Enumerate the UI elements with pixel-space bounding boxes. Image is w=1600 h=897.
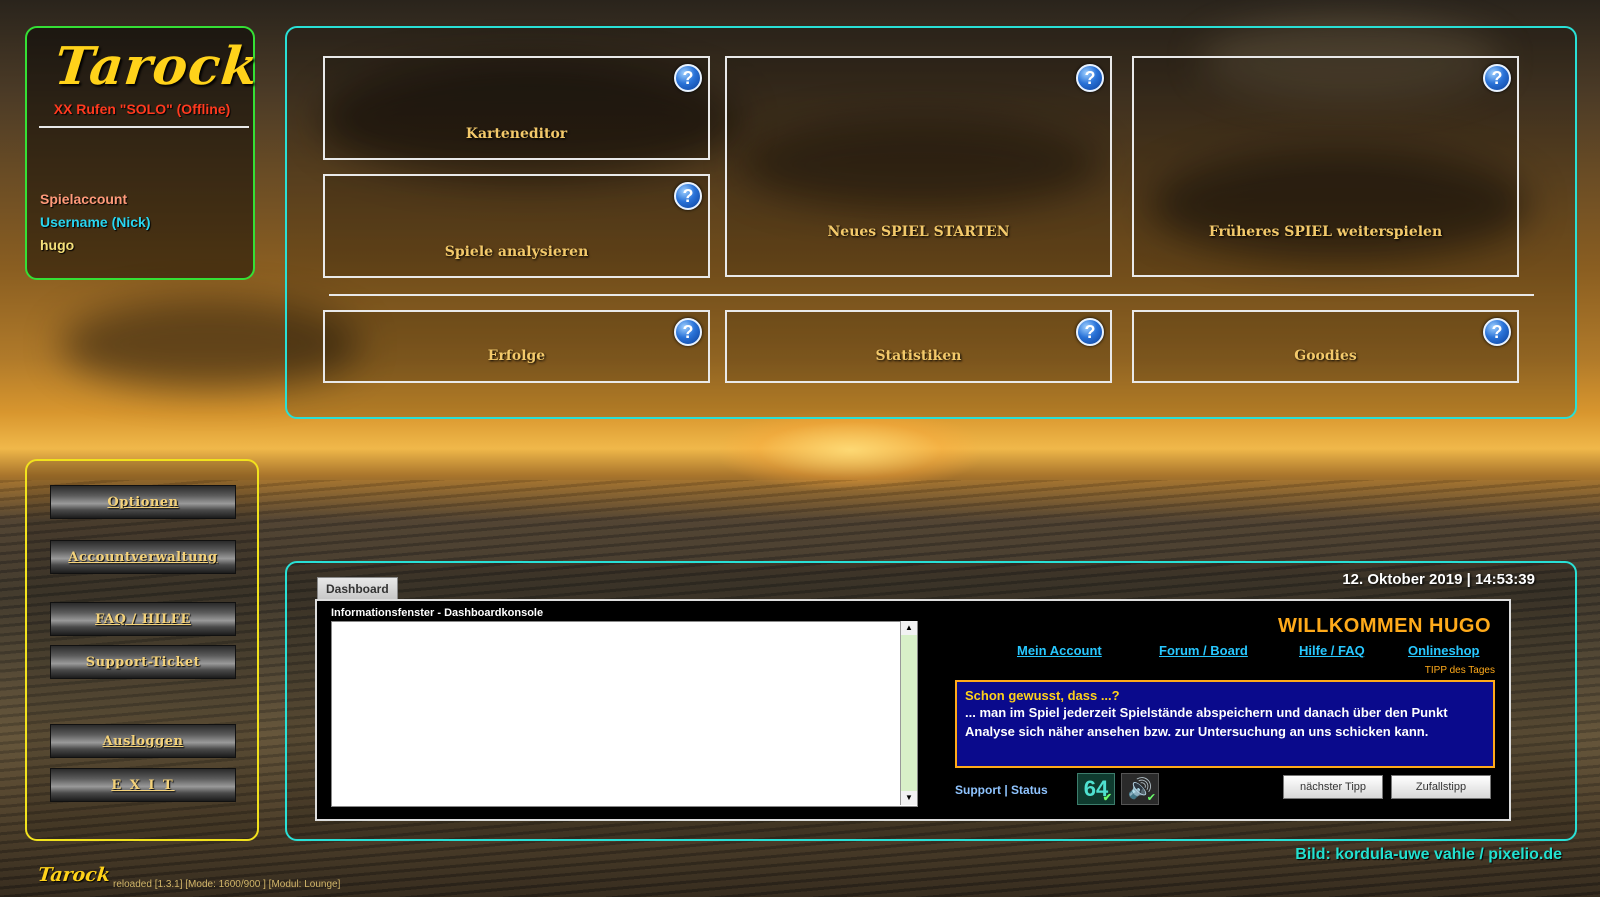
tile-label: Neues SPIEL STARTEN [827, 224, 1010, 240]
tip-box: Schon gewusst, dass ...? ... man im Spie… [955, 680, 1495, 768]
help-icon[interactable]: ? [1483, 318, 1511, 346]
welcome-heading: WILLKOMMEN HUGO [1277, 615, 1491, 637]
support-ticket-button[interactable]: Support-Ticket [50, 645, 236, 679]
tile-goodies[interactable]: ? Goodies [1132, 310, 1519, 383]
tile-label: Karteneditor [465, 126, 568, 142]
tile-continue-game[interactable]: ? Früheres SPIEL weiterspielen [1132, 56, 1519, 277]
next-tip-button[interactable]: nächster Tipp [1283, 775, 1383, 799]
tile-karteneditor[interactable]: ? Karteneditor [323, 56, 710, 160]
tile-new-game[interactable]: ? Neues SPIEL STARTEN [725, 56, 1112, 277]
tile-achievements[interactable]: ? Erfolge [323, 310, 710, 383]
sound-icon[interactable]: 🔊 ✔ [1121, 773, 1159, 805]
help-icon[interactable]: ? [674, 182, 702, 210]
tip-question: Schon gewusst, dass ...? [965, 688, 1120, 703]
divider [39, 126, 249, 128]
link-my-account[interactable]: Mein Account [1017, 643, 1102, 658]
scroll-up-icon[interactable]: ▲ [901, 621, 917, 635]
help-icon[interactable]: ? [1076, 64, 1104, 92]
account-title: Spielaccount [40, 191, 128, 207]
help-icon[interactable]: ? [1076, 318, 1104, 346]
help-icon[interactable]: ? [674, 318, 702, 346]
tile-label: Früheres SPIEL weiterspielen [1208, 224, 1443, 240]
app-logo: Tarock [51, 36, 262, 97]
tile-analyze-games[interactable]: ? Spiele analysieren [323, 174, 710, 278]
check-icon: ✔ [1102, 792, 1112, 804]
image-credit: Bild: kordula-uwe vahle / pixelio.de [1295, 846, 1562, 863]
exit-button[interactable]: E X I T [50, 768, 236, 802]
tile-label: Goodies [1294, 348, 1357, 364]
app-subtitle: XX Rufen "SOLO" (Offline) [53, 101, 231, 117]
check-icon: ✔ [1146, 792, 1156, 804]
link-onlineshop[interactable]: Onlineshop [1408, 643, 1480, 658]
scroll-down-icon[interactable]: ▼ [901, 791, 917, 805]
support-status-link[interactable]: Support | Status [955, 783, 1048, 797]
main-menu-panel: ? Karteneditor ? Neues SPIEL STARTEN ? F… [285, 26, 1577, 419]
64bit-icon[interactable]: 64 ✔ [1077, 773, 1115, 805]
account-management-button[interactable]: Accountverwaltung [50, 540, 236, 574]
side-menu-panel: Optionen Accountverwaltung FAQ / HILFE S… [25, 459, 259, 841]
tile-label: Statistiken [875, 348, 962, 364]
tip-of-day-label: TIPP des Tages [1424, 665, 1495, 676]
username-value: hugo [40, 237, 75, 253]
footer-info: reloaded [1.3.1] [Mode: 1600/900 ] [Modu… [113, 879, 341, 890]
tile-label: Spiele analysieren [444, 244, 589, 260]
link-help-faq[interactable]: Hilfe / FAQ [1299, 643, 1365, 658]
console-title: Informationsfenster - Dashboardkonsole [331, 607, 544, 619]
footer-logo: Tarock [36, 864, 112, 886]
link-forum[interactable]: Forum / Board [1159, 643, 1248, 658]
help-icon[interactable]: ? [674, 64, 702, 92]
dashboard-panel: Dashboard 12. Oktober 2019 | 14:53:39 In… [285, 561, 1577, 841]
tile-statistics[interactable]: ? Statistiken [725, 310, 1112, 383]
tile-label: Erfolge [487, 348, 546, 364]
dashboard-content: Informationsfenster - Dashboardkonsole ▲… [315, 599, 1511, 821]
options-button[interactable]: Optionen [50, 485, 236, 519]
datetime-display: 12. Oktober 2019 | 14:53:39 [1342, 571, 1535, 588]
divider [329, 294, 1534, 296]
dashboard-console[interactable] [331, 621, 918, 807]
tab-dashboard[interactable]: Dashboard [317, 577, 398, 599]
random-tip-button[interactable]: Zufallstipp [1391, 775, 1491, 799]
logout-button[interactable]: Ausloggen [50, 724, 236, 758]
help-icon[interactable]: ? [1483, 64, 1511, 92]
tip-text: ... man im Spiel jederzeit Spielstände a… [965, 705, 1448, 739]
account-panel: Tarock XX Rufen "SOLO" (Offline) Spielac… [25, 26, 261, 280]
username-label: Username (Nick) [40, 214, 151, 230]
faq-help-button[interactable]: FAQ / HILFE [50, 602, 236, 636]
console-scrollbar[interactable]: ▲ ▼ [900, 621, 917, 805]
